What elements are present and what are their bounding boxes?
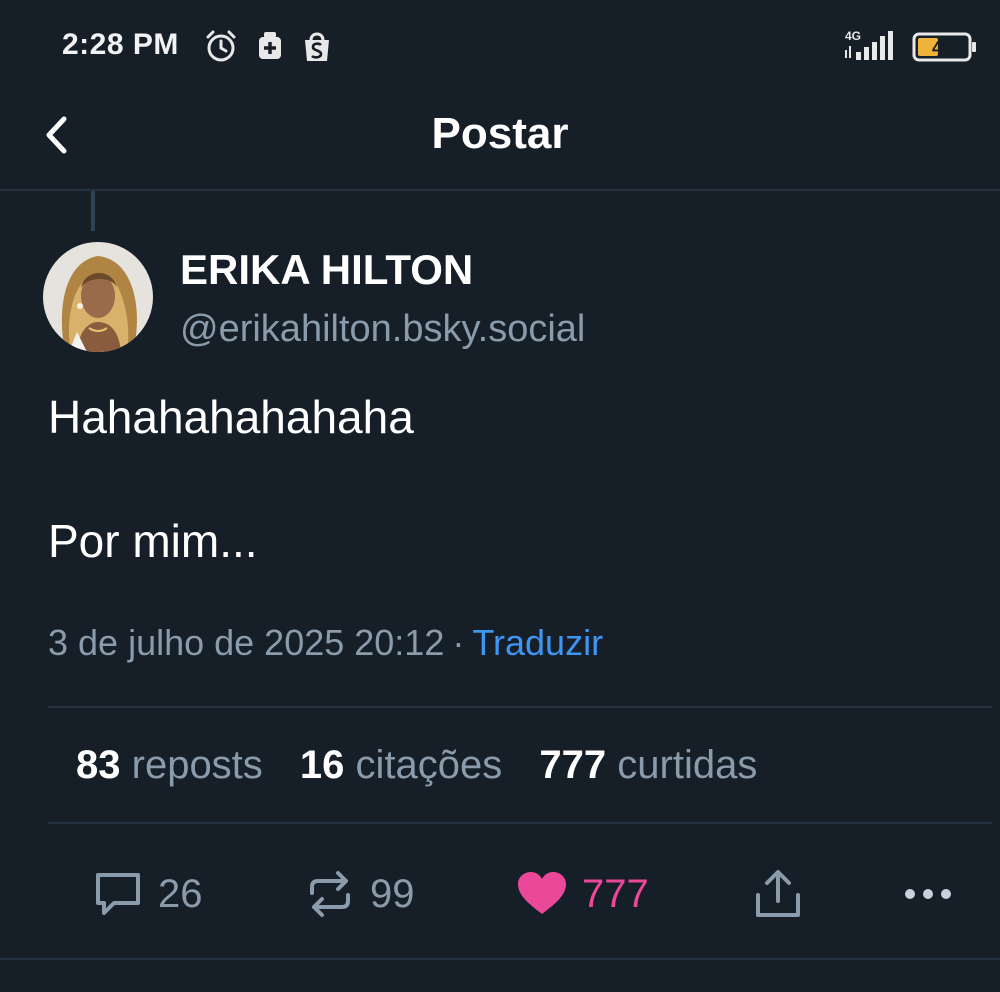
repost-button[interactable]: 99 bbox=[304, 862, 415, 926]
status-time: 2:28 PM bbox=[62, 28, 179, 61]
post-text: Hahahahahahaha Por mim... bbox=[48, 391, 414, 567]
top-app-bar: Postar bbox=[0, 95, 1000, 191]
stat-quotes[interactable]: 16 citações bbox=[300, 743, 502, 788]
like-count: 777 bbox=[582, 871, 649, 916]
repost-icon bbox=[310, 871, 350, 917]
avatar-image bbox=[43, 242, 153, 352]
stat-likes[interactable]: 777 curtidas bbox=[539, 743, 757, 788]
like-button[interactable]: 777 bbox=[516, 862, 649, 926]
share-icon bbox=[756, 870, 800, 917]
author-name[interactable]: ERIKA HILTON bbox=[180, 246, 473, 294]
engagement-stats: 83 reposts 16 citações 777 curtidas bbox=[76, 743, 783, 788]
bottom-divider bbox=[0, 958, 1000, 960]
thread-connector-line bbox=[91, 191, 95, 231]
meta-separator: · bbox=[452, 622, 465, 663]
battery-icon: 40 bbox=[912, 32, 976, 62]
heart-filled-icon bbox=[518, 872, 566, 914]
repost-count: 99 bbox=[370, 871, 415, 916]
signal-icon: 4G bbox=[845, 29, 893, 60]
network-type-label: 4G bbox=[845, 29, 861, 43]
more-options-button[interactable] bbox=[900, 862, 956, 926]
battery-level: 40 bbox=[932, 38, 952, 58]
translate-link[interactable]: Traduzir bbox=[472, 622, 603, 663]
shopee-icon bbox=[305, 32, 329, 61]
reply-icon bbox=[96, 873, 140, 915]
post-timestamp: 3 de julho de 2025 20:12 bbox=[48, 622, 445, 663]
status-bar: 2:28 PM 4G 40 bbox=[0, 0, 1000, 95]
author-handle[interactable]: @erikahilton.bsky.social bbox=[180, 308, 585, 351]
more-horizontal-icon bbox=[905, 889, 951, 899]
author-avatar[interactable] bbox=[43, 242, 153, 352]
page-title: Postar bbox=[431, 109, 569, 158]
stat-reposts[interactable]: 83 reposts bbox=[76, 743, 263, 788]
share-button[interactable] bbox=[752, 862, 804, 926]
alarm-icon bbox=[206, 30, 236, 62]
divider bbox=[48, 706, 992, 708]
post-meta: 3 de julho de 2025 20:12 · Traduzir bbox=[48, 622, 603, 664]
reply-count: 26 bbox=[158, 871, 203, 916]
medical-app-icon bbox=[259, 32, 281, 59]
reply-button[interactable]: 26 bbox=[92, 862, 203, 926]
divider bbox=[48, 822, 992, 824]
